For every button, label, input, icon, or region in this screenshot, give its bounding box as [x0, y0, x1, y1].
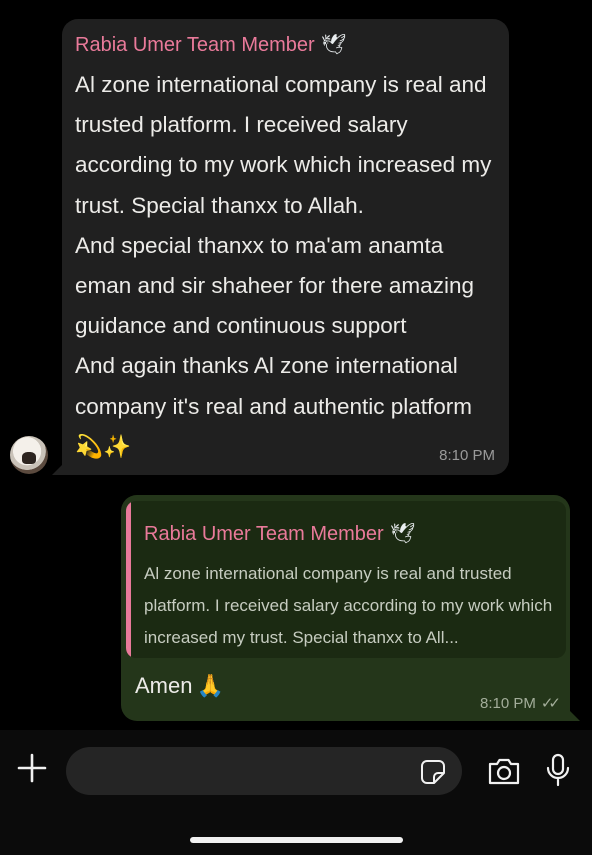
reply-text: Amen	[135, 673, 193, 698]
quoted-message[interactable]: Rabia Umer Team Member 🕊 Al zone internat…	[126, 501, 566, 658]
bubble-tail	[52, 461, 66, 475]
reply-timestamp: 8:10 PM	[479, 695, 536, 712]
incoming-message-bubble[interactable]: Rabia Umer Team Member 🕊 Al zone internat…	[52, 19, 509, 475]
message-body: Al zone international company is real an…	[75, 72, 492, 419]
message-text: Al zone international company is real an…	[75, 65, 500, 467]
dove-icon: 🕊	[389, 523, 416, 545]
microphone-icon[interactable]	[545, 753, 571, 787]
camera-icon[interactable]	[487, 756, 521, 786]
pray-emoji: 🙏	[196, 673, 224, 698]
message-timestamp: 8:10 PM	[439, 447, 495, 464]
quote-text: Al zone international company is real an…	[144, 564, 553, 647]
dove-icon: 🕊	[320, 34, 347, 56]
bubble-tail	[566, 707, 580, 721]
sparkles-emoji: 💫✨	[75, 433, 132, 459]
quote-accent-bar	[126, 501, 131, 658]
sender-name[interactable]: Rabia Umer Team Member	[75, 34, 315, 56]
sticker-icon[interactable]	[420, 759, 446, 785]
reply-text-row: Amen 🙏	[135, 673, 224, 699]
outgoing-message-bubble[interactable]: Rabia Umer Team Member 🕊 Al zone internat…	[121, 495, 580, 721]
message-input[interactable]	[66, 747, 462, 795]
quote-sender-name: Rabia Umer Team Member	[144, 523, 384, 545]
plus-icon[interactable]	[16, 752, 48, 784]
sender-avatar[interactable]	[10, 436, 48, 474]
home-indicator[interactable]	[190, 837, 403, 843]
sender-name-row[interactable]: Rabia Umer Team Member 🕊	[75, 32, 346, 57]
quote-sender-row: Rabia Umer Team Member 🕊	[144, 521, 415, 546]
read-receipt-icon: ✓✓	[540, 695, 561, 712]
reply-timestamp-row: 8:10 PM ✓✓	[479, 694, 561, 712]
